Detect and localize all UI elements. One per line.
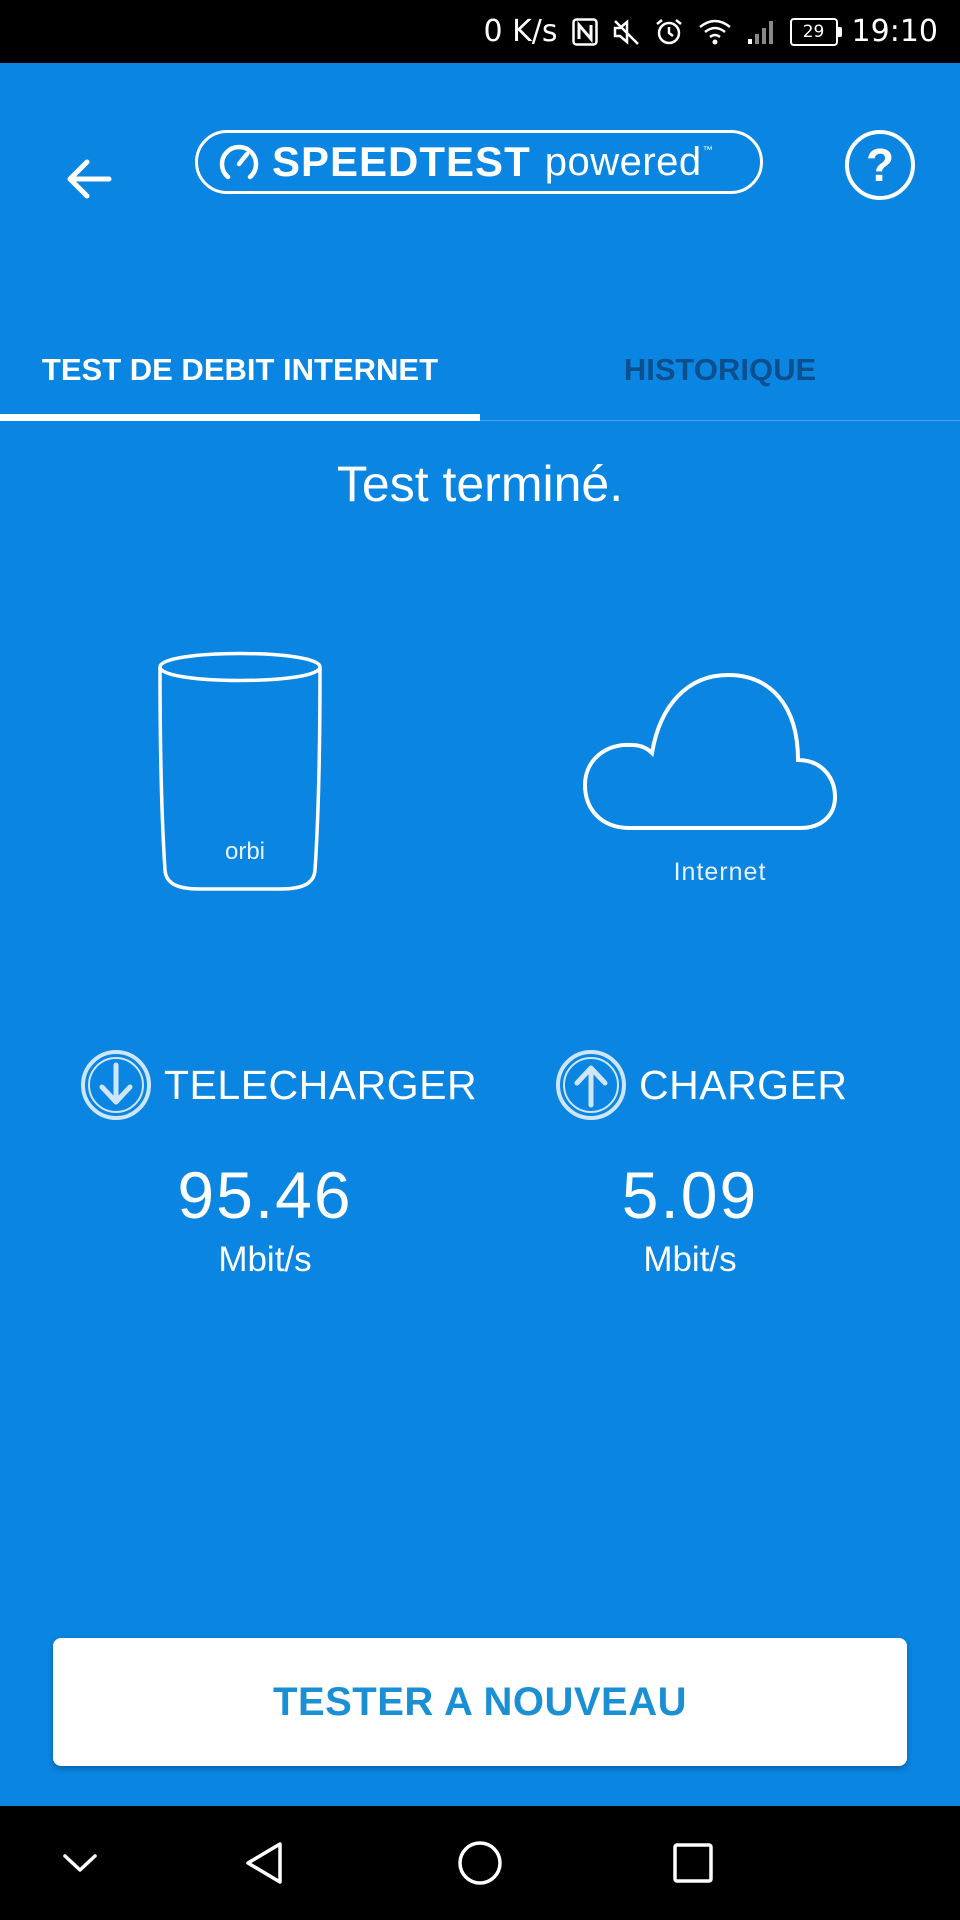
- tab-speed-test[interactable]: TEST DE DEBIT INTERNET: [0, 318, 480, 421]
- mute-icon: [612, 18, 640, 46]
- battery-icon: 29: [789, 17, 842, 46]
- download-value: 95.46: [177, 1158, 353, 1232]
- nav-recents-icon: [673, 1843, 713, 1883]
- nav-home-icon: [458, 1841, 502, 1885]
- status-icons: 0 K/s 29 19:10: [483, 0, 938, 63]
- upload-result: CHARGER 5.09 Mbit/s: [555, 1045, 847, 1305]
- status-bar: 0 K/s 29 19:10: [0, 0, 960, 63]
- back-arrow-icon: [67, 159, 112, 199]
- speedtest-powered-logo: SPEEDTEST powered ™: [195, 130, 763, 194]
- orbi-brand-label: orbi: [225, 838, 265, 865]
- nfc-icon: [571, 17, 598, 46]
- alarm-icon: [654, 17, 684, 47]
- clock: 19:10: [851, 14, 938, 49]
- download-result: TELECHARGER 95.46 Mbit/s: [80, 1045, 477, 1305]
- nav-hide-icon: [63, 1854, 97, 1872]
- download-unit: Mbit/s: [218, 1240, 312, 1279]
- upload-unit: Mbit/s: [643, 1240, 737, 1279]
- download-arrow-icon: [80, 1049, 152, 1121]
- tab-selected-indicator: [0, 414, 480, 421]
- download-label: TELECHARGER: [164, 1061, 478, 1108]
- tab-speed-test-label: TEST DE DEBIT INTERNET: [41, 351, 439, 387]
- help-icon: ?: [865, 139, 895, 191]
- logo-brand-text: SPEEDTEST: [272, 138, 531, 185]
- app-header: SPEEDTEST powered ™ ?: [0, 63, 960, 263]
- logo-powered-text: powered: [544, 139, 702, 184]
- upload-value: 5.09: [621, 1158, 759, 1232]
- wifi-icon: [698, 18, 732, 46]
- back-button[interactable]: [58, 148, 120, 210]
- tab-history-label: HISTORIQUE: [623, 351, 817, 387]
- network-speed: 0 K/s: [483, 14, 558, 49]
- system-nav-bar: [0, 1806, 960, 1920]
- nav-recents-button[interactable]: [653, 1826, 733, 1900]
- tab-bar: TEST DE DEBIT INTERNET HISTORIQUE: [0, 318, 960, 421]
- battery-level: 29: [802, 21, 825, 42]
- orbi-router-icon: orbi: [150, 645, 330, 900]
- speedtest-gauge-icon: [218, 141, 260, 183]
- nav-back-button[interactable]: [225, 1826, 305, 1900]
- upload-arrow-icon: [555, 1049, 627, 1121]
- nav-home-button[interactable]: [440, 1826, 520, 1900]
- help-button[interactable]: ?: [845, 130, 915, 200]
- upload-header: CHARGER: [555, 1045, 847, 1125]
- retest-button[interactable]: TESTER A NOUVEAU: [53, 1638, 907, 1766]
- signal-icon: [746, 18, 776, 46]
- tab-history[interactable]: HISTORIQUE: [480, 318, 960, 421]
- download-header: TELECHARGER: [80, 1045, 477, 1125]
- upload-label: CHARGER: [639, 1061, 848, 1108]
- test-status-text: Test terminé.: [336, 456, 624, 512]
- logo-trademark: ™: [702, 145, 713, 156]
- nav-hide-button[interactable]: [40, 1826, 120, 1900]
- nav-back-icon: [246, 1842, 282, 1884]
- internet-label: Internet: [673, 858, 767, 886]
- cloud-icon: [580, 665, 840, 850]
